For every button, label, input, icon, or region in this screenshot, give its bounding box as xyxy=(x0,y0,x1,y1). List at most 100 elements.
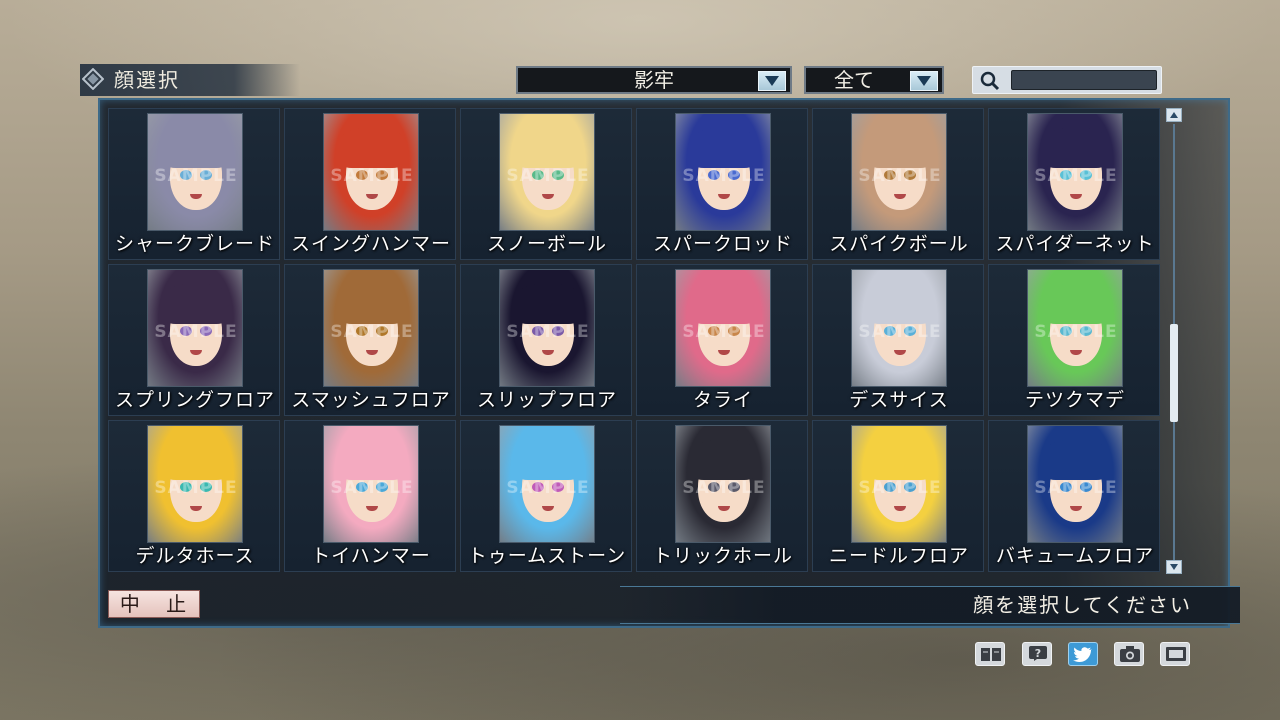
face-card[interactable]: SAMPLE トリックホール xyxy=(636,420,808,572)
chevron-down-icon[interactable] xyxy=(758,71,786,91)
face-card[interactable]: SAMPLE トゥームストーン xyxy=(460,420,632,572)
face-card[interactable]: SAMPLE デルタホース xyxy=(108,420,280,572)
face-card[interactable]: SAMPLE ニードルフロア xyxy=(812,420,984,572)
portrait-bangs xyxy=(866,440,934,480)
portrait-bangs xyxy=(162,284,230,324)
sample-watermark: SAMPLE xyxy=(682,478,766,498)
face-portrait: SAMPLE xyxy=(851,269,947,387)
face-label: シャークブレード xyxy=(114,233,275,255)
face-label: ニードルフロア xyxy=(828,545,969,567)
sample-watermark: SAMPLE xyxy=(1034,322,1118,342)
face-portrait: SAMPLE xyxy=(499,425,595,543)
scroll-thumb[interactable] xyxy=(1170,324,1178,422)
face-portrait: SAMPLE xyxy=(147,113,243,231)
scroll-up-button[interactable] xyxy=(1166,108,1182,122)
face-portrait: SAMPLE xyxy=(675,269,771,387)
portrait-bangs xyxy=(162,128,230,168)
sample-watermark: SAMPLE xyxy=(154,478,238,498)
svg-text:?: ? xyxy=(1035,647,1041,660)
sample-watermark: SAMPLE xyxy=(1034,166,1118,186)
face-portrait: SAMPLE xyxy=(147,269,243,387)
search-box xyxy=(972,66,1162,94)
sample-watermark: SAMPLE xyxy=(858,322,942,342)
scroll-down-button[interactable] xyxy=(1166,560,1182,574)
face-label: タライ xyxy=(692,389,753,411)
face-card[interactable]: SAMPLE スプリングフロア xyxy=(108,264,280,416)
face-label: バキュームフロア xyxy=(995,545,1155,567)
scrollbar[interactable] xyxy=(1168,124,1180,560)
face-card[interactable]: SAMPLE トイハンマー xyxy=(284,420,456,572)
face-portrait: SAMPLE xyxy=(323,113,419,231)
search-icon[interactable] xyxy=(979,70,1001,92)
face-card[interactable]: SAMPLE シャークブレード xyxy=(108,108,280,260)
chevron-down-icon[interactable] xyxy=(910,71,938,91)
portrait-bangs xyxy=(690,440,758,480)
face-card[interactable]: SAMPLE スマッシュフロア xyxy=(284,264,456,416)
face-card[interactable]: SAMPLE スパイダーネット xyxy=(988,108,1160,260)
face-portrait: SAMPLE xyxy=(675,113,771,231)
message-bar: 顔を選択してください xyxy=(620,586,1240,624)
sample-watermark: SAMPLE xyxy=(506,322,590,342)
face-grid: SAMPLE シャークブレード SAMPLE スイングハンマー SAMPLE スノーボール… xyxy=(108,108,1164,574)
face-portrait: SAMPLE xyxy=(499,113,595,231)
face-portrait: SAMPLE xyxy=(323,425,419,543)
portrait-bangs xyxy=(690,128,758,168)
diamond-icon xyxy=(82,68,104,90)
portrait-bangs xyxy=(866,284,934,324)
category-value: 影牢 xyxy=(634,68,674,92)
face-card[interactable]: SAMPLE スパークロッド xyxy=(636,108,808,260)
face-label: スマッシュフロア xyxy=(291,389,451,411)
face-card[interactable]: SAMPLE デスサイス xyxy=(812,264,984,416)
help-button[interactable]: ? xyxy=(1022,642,1052,666)
face-card[interactable]: SAMPLE テツクマデ xyxy=(988,264,1160,416)
sample-watermark: SAMPLE xyxy=(330,322,414,342)
face-card[interactable]: SAMPLE スイングハンマー xyxy=(284,108,456,260)
screen-icon xyxy=(1166,647,1186,661)
sample-watermark: SAMPLE xyxy=(154,322,238,342)
sample-watermark: SAMPLE xyxy=(330,166,414,186)
portrait-bangs xyxy=(338,284,406,324)
category-dropdown[interactable]: 影牢 xyxy=(516,66,792,94)
portrait-bangs xyxy=(514,284,582,324)
manual-button[interactable] xyxy=(975,642,1005,666)
face-portrait: SAMPLE xyxy=(851,113,947,231)
cancel-button[interactable]: 中 止 xyxy=(108,590,200,618)
sample-watermark: SAMPLE xyxy=(682,322,766,342)
twitter-icon xyxy=(1073,647,1092,662)
face-label: トイハンマー xyxy=(311,545,431,567)
sample-watermark: SAMPLE xyxy=(858,166,942,186)
face-portrait: SAMPLE xyxy=(1027,269,1123,387)
sample-watermark: SAMPLE xyxy=(330,478,414,498)
face-label: スノーボール xyxy=(486,233,607,255)
search-input[interactable] xyxy=(1011,70,1157,90)
portrait-bangs xyxy=(1042,284,1110,324)
type-value: 全て xyxy=(834,68,874,92)
face-label: トリックホール xyxy=(652,545,793,567)
twitter-button[interactable] xyxy=(1068,642,1098,666)
sample-watermark: SAMPLE xyxy=(858,478,942,498)
portrait-bangs xyxy=(338,128,406,168)
face-portrait: SAMPLE xyxy=(147,425,243,543)
face-label: スイングハンマー xyxy=(290,233,451,255)
sample-watermark: SAMPLE xyxy=(506,478,590,498)
face-card[interactable]: SAMPLE スノーボール xyxy=(460,108,632,260)
face-label: スパークロッド xyxy=(652,233,793,255)
face-label: デルタホース xyxy=(135,545,255,567)
face-label: スパイダーネット xyxy=(995,233,1155,255)
page-title: 顔選択 xyxy=(114,68,180,92)
display-button[interactable] xyxy=(1160,642,1190,666)
face-card[interactable]: SAMPLE バキュームフロア xyxy=(988,420,1160,572)
sample-watermark: SAMPLE xyxy=(506,166,590,186)
help-icon: ? xyxy=(1029,646,1047,661)
face-portrait: SAMPLE xyxy=(499,269,595,387)
portrait-bangs xyxy=(162,440,230,480)
face-card[interactable]: SAMPLE スパイクボール xyxy=(812,108,984,260)
instruction-message: 顔を選択してください xyxy=(973,593,1192,617)
camera-icon xyxy=(1120,646,1140,662)
face-card[interactable]: SAMPLE スリップフロア xyxy=(460,264,632,416)
face-card[interactable]: SAMPLE タライ xyxy=(636,264,808,416)
screenshot-button[interactable] xyxy=(1114,642,1144,666)
portrait-bangs xyxy=(514,128,582,168)
type-dropdown[interactable]: 全て xyxy=(804,66,944,94)
sample-watermark: SAMPLE xyxy=(682,166,766,186)
